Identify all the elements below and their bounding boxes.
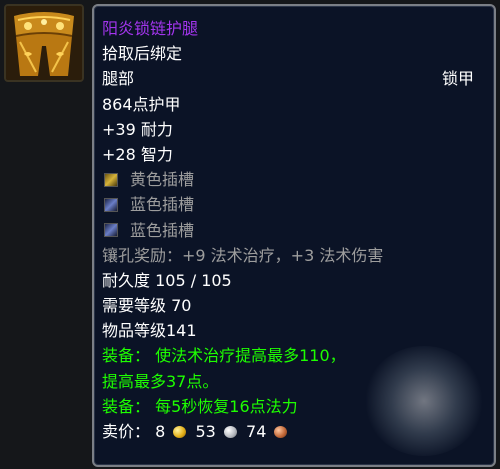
equip-effect-2: 提高最多37点。 bbox=[102, 371, 219, 391]
blue-socket-icon bbox=[104, 197, 118, 212]
socket-row-2: 蓝色插槽 bbox=[102, 192, 488, 217]
item-tooltip: 阳炎锁链护腿 拾取后绑定 腿部 锁甲 864点护甲 +39 耐力 +28 智力 … bbox=[92, 4, 496, 467]
yellow-socket-icon bbox=[104, 172, 118, 187]
gold-coin-icon bbox=[173, 426, 187, 438]
slot-row: 腿部 锁甲 bbox=[102, 66, 488, 91]
copper-amount: 74 bbox=[246, 422, 267, 441]
item-name: 阳炎锁链护腿 bbox=[102, 19, 199, 38]
socket-label: 蓝色插槽 bbox=[130, 195, 195, 215]
sell-price-row: 卖价： 8 53 74 bbox=[102, 419, 488, 444]
stat-intellect: +28 智力 bbox=[102, 144, 173, 164]
slot-text: 腿部 bbox=[102, 69, 135, 89]
equip-effect-3: 装备： 每5秒恢复16点法力 bbox=[102, 396, 298, 416]
socket-bonus: 镶孔奖励：+9 法术治疗，+3 法术伤害 bbox=[102, 245, 384, 265]
blue-socket-icon bbox=[104, 223, 118, 238]
required-level: 需要等级 70 bbox=[102, 296, 192, 316]
socket-label: 蓝色插槽 bbox=[130, 220, 195, 240]
binding-text: 拾取后绑定 bbox=[102, 44, 183, 64]
copper-coin-icon bbox=[274, 426, 288, 438]
sell-price-label: 卖价： bbox=[102, 422, 151, 441]
chain-leggings-icon[interactable] bbox=[4, 4, 84, 82]
silver-amount: 53 bbox=[195, 422, 216, 441]
socket-label: 黄色插槽 bbox=[130, 170, 195, 190]
durability-text: 耐久度 105 / 105 bbox=[102, 270, 232, 290]
screen: 阳炎锁链护腿 拾取后绑定 腿部 锁甲 864点护甲 +39 耐力 +28 智力 … bbox=[0, 0, 500, 469]
stat-stamina: +39 耐力 bbox=[102, 119, 173, 139]
socket-row-3: 蓝色插槽 bbox=[102, 218, 488, 243]
item-level: 物品等级141 bbox=[102, 321, 197, 341]
armor-type-text: 锁甲 bbox=[441, 69, 474, 89]
silver-coin-icon bbox=[223, 426, 237, 438]
armor-value: 864点护甲 bbox=[102, 94, 181, 114]
socket-row-1: 黄色插槽 bbox=[102, 167, 488, 192]
equip-effect-1: 装备： 使法术治疗提高最多110， bbox=[102, 346, 346, 366]
gold-amount: 8 bbox=[155, 422, 166, 441]
